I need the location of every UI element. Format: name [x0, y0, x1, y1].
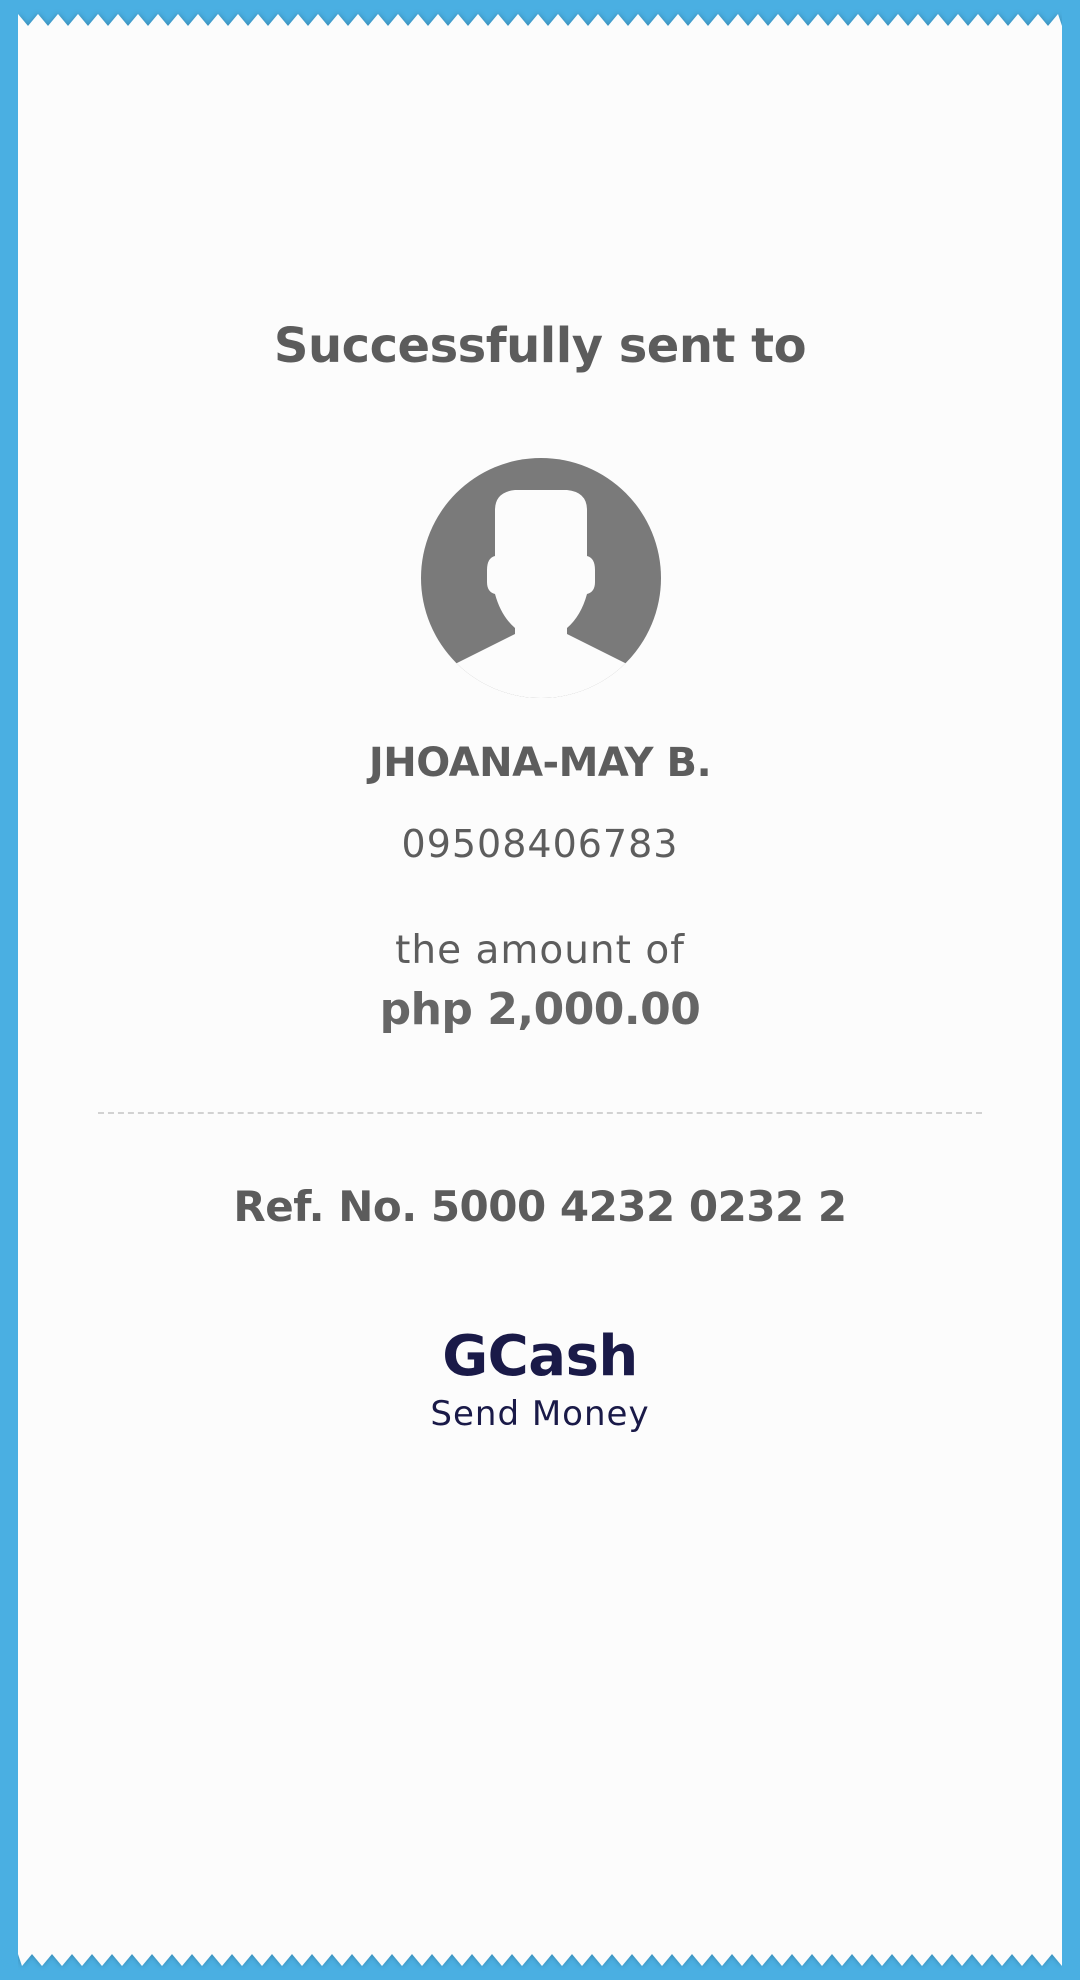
- page-title: Successfully sent to: [273, 318, 807, 374]
- user-avatar-icon: [421, 458, 661, 698]
- recipient-phone: 09508406783: [401, 822, 679, 866]
- dashed-divider: [98, 1112, 982, 1114]
- reference-number: Ref. No. 5000 4232 0232 2: [233, 1182, 847, 1231]
- amount-value: php 2,000.00: [379, 984, 701, 1035]
- amount-label: the amount of: [395, 928, 685, 973]
- brand-subtitle: Send Money: [430, 1394, 650, 1434]
- brand-logo: GCash: [442, 1324, 638, 1389]
- receipt-card: Successfully sent to JHOANA-MAY B. 09508…: [18, 0, 1062, 1980]
- recipient-name: JHOANA-MAY B.: [368, 740, 712, 786]
